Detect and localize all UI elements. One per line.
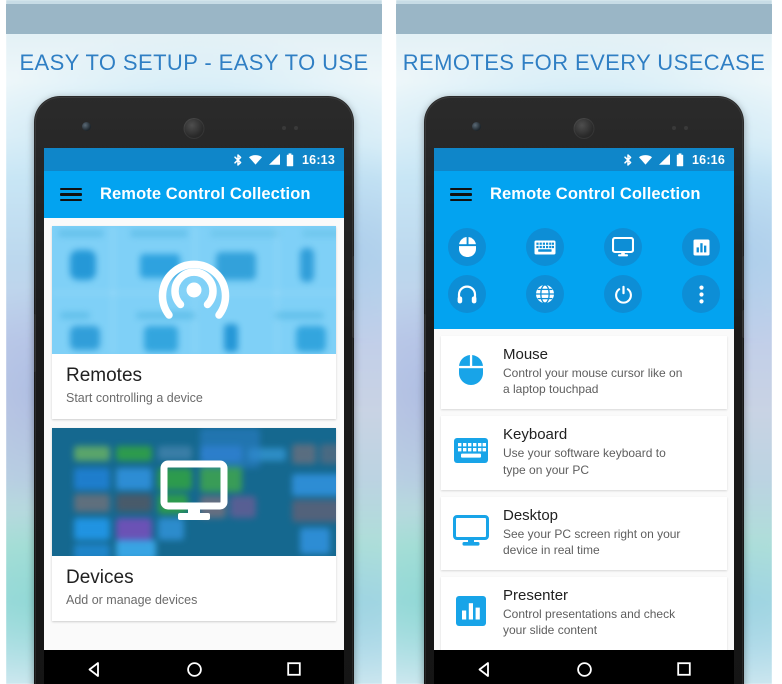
phone-device-left: 16:13 Remote Control Collection Remotes … — [34, 96, 354, 684]
card-devices-banner — [52, 428, 336, 556]
android-nav-bar-left — [44, 650, 344, 684]
earpiece-speaker-icon — [183, 118, 205, 139]
hamburger-menu-icon[interactable] — [60, 187, 82, 203]
app-title-left: Remote Control Collection — [100, 185, 311, 203]
back-icon[interactable] — [70, 654, 118, 684]
bluetooth-icon — [624, 153, 632, 166]
card-remotes-title: Remotes — [66, 365, 143, 386]
volume-button-hardware[interactable] — [352, 310, 354, 338]
list-item-desktop-subtitle: See your PC screen right on your device … — [503, 526, 681, 557]
monitor-icon — [160, 460, 228, 520]
quick-keyboard-icon[interactable] — [526, 228, 564, 266]
quick-desktop-icon[interactable] — [604, 228, 642, 266]
list-item-desktop-text: Desktop See your PC screen right on your… — [503, 507, 689, 558]
panel-topbar-left — [6, 4, 382, 34]
phone-screen-right: 16:16 Remote Control Collection Mouse Co… — [434, 148, 734, 650]
promo-panel-right: REMOTES FOR EVERY USECASE 16:16 Remote C… — [396, 0, 772, 684]
earpiece-speaker-icon — [573, 118, 595, 139]
card-remotes[interactable]: Remotes Start controlling a device — [52, 226, 336, 419]
promo-headline-left: EASY TO SETUP - EASY TO USE — [19, 50, 369, 75]
phone-screen-left: 16:13 Remote Control Collection Remotes … — [44, 148, 344, 650]
promo-panel-left: EASY TO SETUP - EASY TO USE 16:13 Remote… — [6, 0, 382, 684]
card-devices-text: Devices Add or manage devices — [52, 556, 336, 621]
card-devices[interactable]: Devices Add or manage devices — [52, 428, 336, 621]
quick-action-row-1 — [448, 228, 720, 266]
battery-icon — [676, 152, 684, 166]
card-remotes-banner — [52, 226, 336, 354]
status-bar-clock: 16:16 — [692, 152, 725, 167]
broadcast-radar-icon — [158, 260, 230, 319]
panel-topbar-right — [396, 4, 772, 34]
phone-top-sensors-right — [424, 118, 744, 139]
list-item-keyboard[interactable]: Keyboard Use your software keyboard to t… — [441, 416, 727, 490]
card-devices-title: Devices — [66, 567, 134, 588]
android-nav-bar-right — [434, 650, 734, 684]
home-cards-list: Remotes Start controlling a device Devic… — [44, 218, 344, 650]
phone-top-sensors-left — [34, 118, 354, 139]
list-item-mouse-title: Mouse — [503, 346, 549, 363]
quick-browser-globe-icon[interactable] — [526, 275, 564, 313]
card-remotes-subtitle: Start controlling a device — [66, 391, 203, 405]
card-devices-subtitle: Add or manage devices — [66, 593, 198, 607]
back-icon[interactable] — [460, 654, 508, 684]
quick-overflow-menu-icon[interactable] — [682, 275, 720, 313]
app-bar-right: Remote Control Collection — [434, 171, 734, 218]
list-item-mouse-subtitle: Control your mouse cursor like on a lapt… — [503, 366, 683, 397]
monitor-icon — [453, 513, 489, 549]
power-button-hardware[interactable] — [352, 256, 354, 300]
remote-list: Mouse Control your mouse cursor like on … — [434, 336, 734, 650]
status-bar-left: 16:13 — [44, 148, 344, 171]
front-camera-icon — [82, 122, 91, 131]
home-icon[interactable] — [560, 654, 608, 684]
phone-device-right: 16:16 Remote Control Collection Mouse Co… — [424, 96, 744, 684]
signal-icon — [269, 154, 281, 165]
recents-icon[interactable] — [270, 654, 318, 684]
wifi-icon — [639, 155, 653, 165]
list-item-mouse-text: Mouse Control your mouse cursor like on … — [503, 346, 689, 397]
promo-headline-right: REMOTES FOR EVERY USECASE — [402, 50, 766, 75]
power-button-hardware[interactable] — [742, 256, 744, 300]
recents-icon[interactable] — [660, 654, 708, 684]
list-item-presenter-title: Presenter — [503, 587, 569, 605]
list-item-desktop-title: Desktop — [503, 506, 559, 524]
quick-mouse-icon[interactable] — [448, 228, 486, 266]
status-bar-clock: 16:13 — [302, 152, 335, 167]
list-item-keyboard-text: Keyboard Use your software keyboard to t… — [503, 426, 689, 477]
quick-power-icon[interactable] — [604, 275, 642, 313]
wifi-icon — [249, 155, 263, 165]
mouse-icon — [453, 352, 489, 388]
left-side-button-hardware[interactable] — [34, 314, 36, 372]
presenter-chart-icon — [453, 593, 489, 629]
front-camera-icon — [472, 122, 481, 131]
proximity-sensor-icon — [672, 126, 698, 131]
screenshot-stage: EASY TO SETUP - EASY TO USE 16:13 Remote… — [0, 0, 782, 684]
list-item-presenter[interactable]: Presenter Control presentations and chec… — [441, 577, 727, 650]
battery-icon — [286, 152, 294, 166]
proximity-sensor-icon — [282, 126, 308, 131]
list-item-presenter-text: Presenter Control presentations and chec… — [503, 587, 689, 638]
list-item-desktop[interactable]: Desktop See your PC screen right on your… — [441, 496, 727, 571]
card-remotes-text: Remotes Start controlling a device — [52, 354, 336, 419]
left-side-button-hardware[interactable] — [424, 314, 426, 372]
list-item-mouse[interactable]: Mouse Control your mouse cursor like on … — [441, 336, 727, 410]
app-bar-left: Remote Control Collection — [44, 171, 344, 218]
list-item-keyboard-subtitle: Use your software keyboard to type on yo… — [503, 446, 666, 477]
app-title-right: Remote Control Collection — [490, 185, 701, 203]
quick-action-grid — [434, 218, 734, 329]
bluetooth-icon — [234, 153, 242, 166]
hamburger-menu-icon[interactable] — [450, 187, 472, 203]
keyboard-icon — [453, 432, 489, 468]
signal-icon — [659, 154, 671, 165]
quick-action-row-2 — [448, 275, 720, 313]
list-item-keyboard-title: Keyboard — [503, 426, 568, 444]
status-bar-right: 16:16 — [434, 148, 734, 171]
list-item-presenter-subtitle: Control presentations and check your sli… — [503, 607, 676, 638]
quick-presenter-icon[interactable] — [682, 228, 720, 266]
volume-button-hardware[interactable] — [742, 310, 744, 338]
home-icon[interactable] — [170, 654, 218, 684]
quick-media-headphones-icon[interactable] — [448, 275, 486, 313]
